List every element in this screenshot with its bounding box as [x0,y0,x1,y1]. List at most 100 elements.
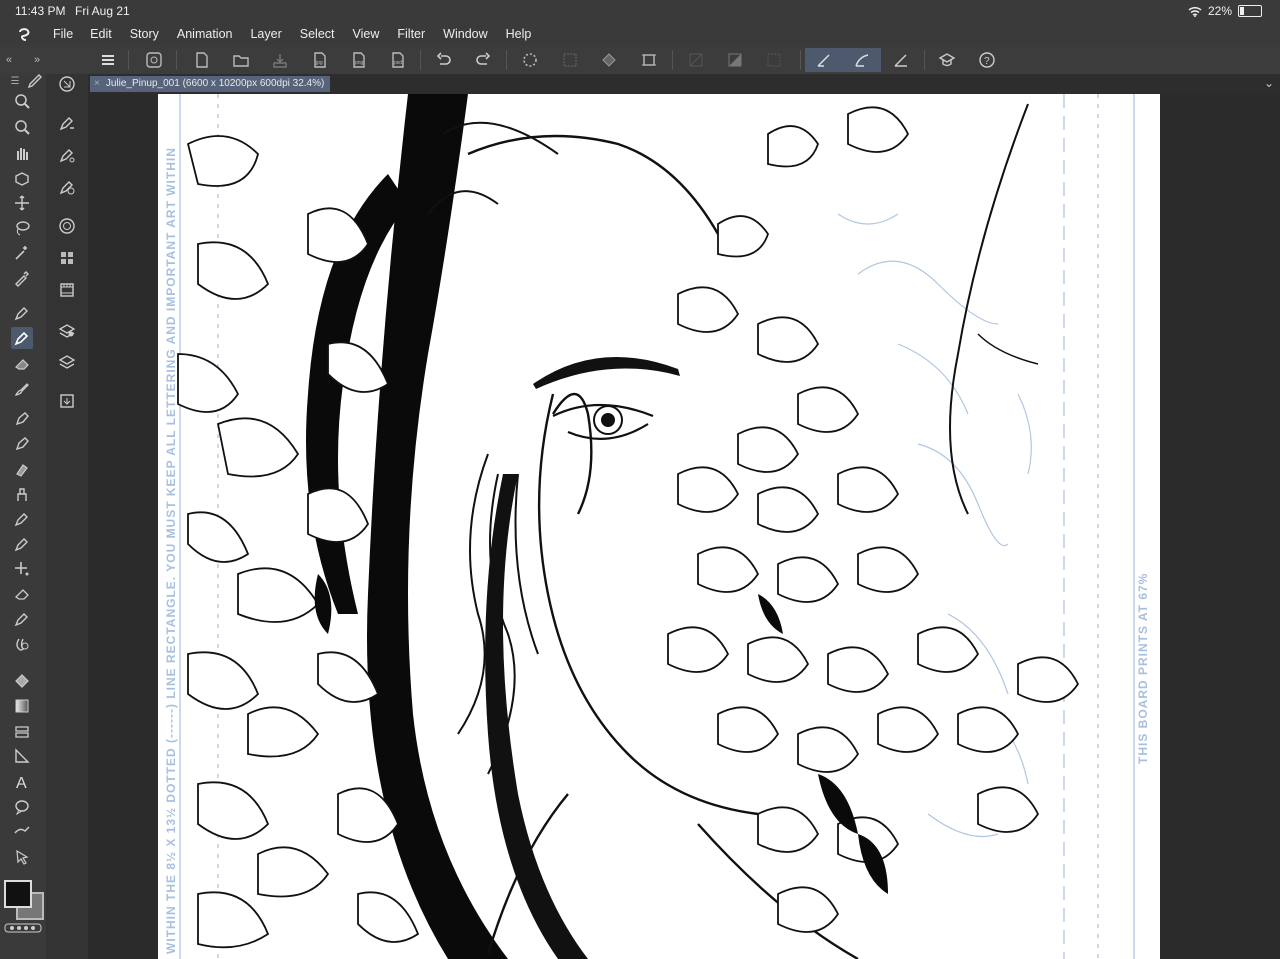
zoom-in-icon[interactable] [11,90,33,112]
svg-text:psd: psd [394,60,402,66]
menu-view[interactable]: View [353,27,380,41]
decoration-icon[interactable] [11,458,33,480]
help-icon[interactable]: ? [975,48,999,72]
document-tab-bar: × Julie_Pinup_001 (6600 x 10200px 600dpi … [88,74,1280,94]
document-tab[interactable]: × Julie_Pinup_001 (6600 x 10200px 600dpi … [90,76,331,92]
foreground-color-swatch[interactable] [4,880,32,908]
svg-text:jpg: jpg [315,60,323,66]
color-set-icon[interactable] [56,247,78,269]
ruler-icon[interactable] [11,745,33,767]
menu-story[interactable]: Story [130,27,159,41]
loading-icon[interactable] [518,48,542,72]
learn-icon[interactable] [935,48,959,72]
color-mode-icon[interactable] [4,922,42,934]
redo-icon[interactable] [471,48,495,72]
inking-pen-icon[interactable] [11,533,33,555]
balloon-icon[interactable] [11,796,33,818]
brush-size-icon[interactable] [56,144,78,166]
sub-tool-detail-icon[interactable] [56,176,78,198]
gradient-icon[interactable] [11,695,33,717]
chevron-down-icon[interactable]: ⌄ [1264,76,1274,90]
pen-tool-icon[interactable] [24,70,46,92]
open-folder-icon[interactable] [229,48,253,72]
canvas-area[interactable]: WITHIN THE 8½ X 13½ DOTTED (------) LINE… [88,94,1280,959]
eraser-icon[interactable] [11,353,33,375]
menu-layer[interactable]: Layer [250,27,281,41]
animation-timeline-icon[interactable] [56,279,78,301]
layer-property-icon[interactable] [56,319,78,341]
svg-text:?: ? [984,56,990,67]
menu-animation[interactable]: Animation [177,27,233,41]
save-icon[interactable] [268,48,292,72]
pencil-icon[interactable] [11,327,33,349]
export-jpg-icon[interactable]: jpg [308,48,332,72]
transform-icon[interactable] [637,48,661,72]
clear-icon[interactable] [558,48,582,72]
correction-pen-icon[interactable] [11,608,33,630]
rotate-view-icon[interactable] [11,168,33,190]
status-bar: 11:43 PM Fri Aug 21 22% [0,0,1280,22]
hide-selection-icon[interactable] [684,48,708,72]
collapse-right-icon[interactable]: » [30,48,44,72]
marker-icon[interactable] [11,408,33,430]
hamburger-menu-icon[interactable] [96,48,120,72]
text-icon[interactable]: A [11,771,33,793]
pen-icon[interactable] [11,302,33,324]
battery-level [1240,7,1245,15]
tool-property-icon[interactable] [56,112,78,134]
blender-icon[interactable] [11,633,33,655]
wifi-icon [1188,6,1202,17]
svg-text:A: A [16,775,27,791]
export-psd-icon[interactable]: psd [386,48,410,72]
board-left-guide-text: WITHIN THE 8½ X 13½ DOTTED (------) LINE… [164,147,178,954]
sparkle-icon[interactable] [11,558,33,580]
snap-special-ruler-icon[interactable] [843,48,881,72]
status-date: Fri Aug 21 [75,4,130,18]
battery-percent: 22% [1207,4,1232,18]
airbrush-icon[interactable] [11,433,33,455]
menu-help[interactable]: Help [506,27,532,41]
layers-icon[interactable] [56,351,78,373]
document-tab-title: Julie_Pinup_001 (6600 x 10200px 600dpi 3… [105,78,325,89]
menu-filter[interactable]: Filter [397,27,425,41]
toolbox-menu-icon[interactable]: ☰ [4,70,26,92]
select-area-icon[interactable] [762,48,786,72]
fill-bucket-icon[interactable] [11,670,33,692]
invert-selection-icon[interactable] [723,48,747,72]
zoom-out-icon[interactable] [11,116,33,138]
export-png-icon[interactable]: png [347,48,371,72]
menu-select[interactable]: Select [300,27,335,41]
snap-grid-icon[interactable] [889,48,913,72]
brush-icon[interactable] [11,378,33,400]
material-icon[interactable] [56,390,78,412]
collapse-left-icon[interactable]: « [2,48,16,72]
figure-icon[interactable] [11,720,33,742]
menu-bar: File Edit Story Animation Layer Select V… [0,22,1280,46]
color-wheel-icon[interactable] [56,215,78,237]
lasso-icon[interactable] [11,217,33,239]
clip-studio-icon[interactable] [142,48,166,72]
fine-pen-icon[interactable] [11,508,33,530]
magic-wand-icon[interactable] [11,242,33,264]
menu-edit[interactable]: Edit [90,27,112,41]
menu-window[interactable]: Window [443,27,487,41]
undo-icon[interactable] [432,48,456,72]
command-bar: « » jpg png psd ? [0,46,1280,75]
close-tab-icon[interactable]: × [94,78,100,89]
fill-icon[interactable] [597,48,621,72]
clip-studio-logo-icon[interactable] [16,25,34,43]
hand-icon[interactable] [11,142,33,164]
menu-file[interactable]: File [53,27,73,41]
snap-ruler-icon[interactable] [805,48,843,72]
blend-icon[interactable] [11,483,33,505]
line-correction-icon[interactable] [11,821,33,843]
soft-eraser-icon[interactable] [11,583,33,605]
new-file-icon[interactable] [190,48,214,72]
artwork [177,94,1135,959]
operation-icon[interactable] [11,846,33,868]
color-well[interactable] [4,880,44,920]
move-icon[interactable] [11,192,33,214]
navigator-icon[interactable] [56,73,78,95]
eyedropper-icon[interactable] [11,267,33,289]
canvas-paper[interactable]: WITHIN THE 8½ X 13½ DOTTED (------) LINE… [158,94,1160,959]
